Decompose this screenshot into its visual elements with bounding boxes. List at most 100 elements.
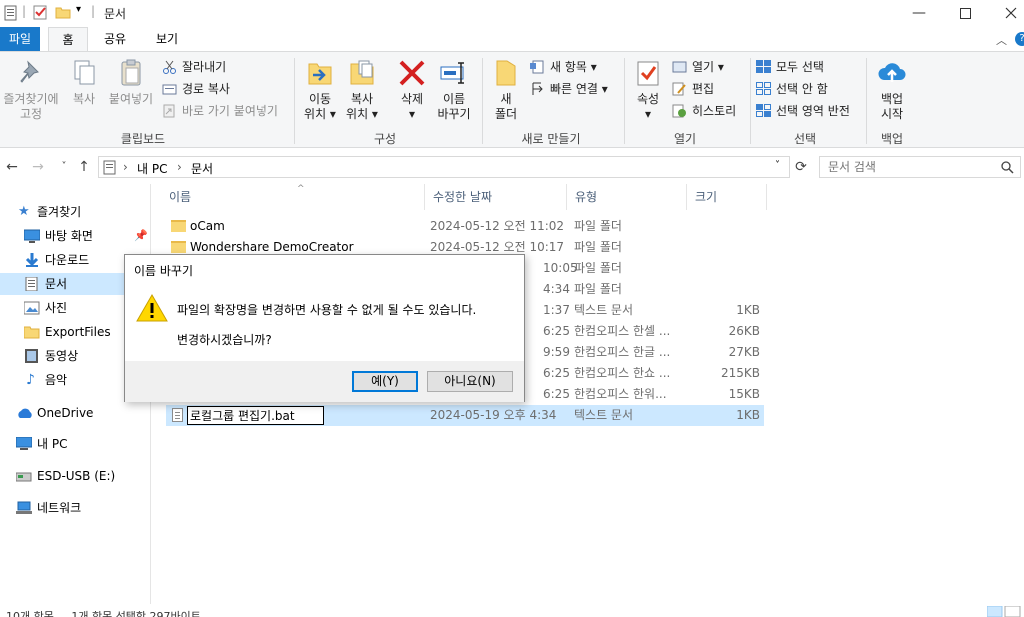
rename-button[interactable]: 이름 바꾸기 [434,58,474,122]
nav-label: 음악 [45,373,68,387]
move-to-button[interactable]: 이동 위치 ▾ [300,58,340,122]
window-title: 문서 [104,7,127,21]
tab-share[interactable]: 공유 [94,27,136,51]
file-type: 한컴오피스 한쇼 ... [574,366,671,380]
qat-divider: | [22,4,27,18]
file-size: 215KB [720,366,760,380]
cloud-upload-icon [877,58,907,88]
move-to-icon [305,58,335,88]
new-item-icon [530,60,544,74]
file-type: 한컴오피스 한워... [574,387,667,401]
invert-selection-button[interactable]: 선택 영역 반전 [756,101,850,121]
ribbon-separator [866,58,867,144]
pin-icon [16,58,46,88]
file-size: 27KB [728,345,760,359]
file-row-selected[interactable]: 2024-05-19 오후 4:34 텍스트 문서 1KB [166,405,764,426]
nav-label: 문서 [45,277,68,291]
maximize-button[interactable] [942,0,988,26]
rename-input[interactable] [187,406,324,425]
help-icon[interactable]: ? [1015,32,1024,46]
ribbon-separator [624,58,625,144]
open-button[interactable]: 열기 ▾ [672,57,724,77]
tab-view[interactable]: 보기 [146,27,188,51]
close-button[interactable] [988,0,1024,26]
properties-icon [633,58,663,88]
nav-item-usb-drive[interactable]: ESD-USB (E:) [0,465,150,487]
nav-label: 내 PC [37,437,68,451]
qat-dropdown-icon[interactable]: ▾ [76,4,81,15]
column-header-size[interactable]: 크기 [687,184,767,210]
properties-check-icon[interactable] [33,4,48,20]
file-type: 텍스트 문서 [574,303,634,317]
backup-label: 백업 시작 [880,92,904,121]
nav-label: 바탕 화면 [45,229,93,243]
column-header-name[interactable]: 이름 ^ [161,184,425,210]
copy-path-label: 경로 복사 [182,82,230,96]
nav-item-this-pc[interactable]: 내 PC [0,433,150,455]
copy-button[interactable]: 복사 [64,58,104,107]
nav-item-desktop[interactable]: 바탕 화면 📌 [0,225,150,247]
open-group-label: 열기 [673,132,697,146]
file-type: 한컴오피스 한글 ... [574,345,671,359]
delete-button[interactable]: 삭제 ▾ [394,58,430,122]
search-box[interactable] [819,156,1021,178]
back-arrow-icon[interactable]: ← [2,157,22,177]
address-box[interactable]: › 내 PC › 문서 ˅ [98,156,790,178]
tab-file[interactable]: 파일 [0,27,40,51]
rename-confirm-dialog: 이름 바꾸기 파일의 확장명을 변경하면 사용할 수 없게 될 수도 있습니다.… [124,254,525,402]
select-all-icon [756,60,771,73]
recent-locations-icon[interactable]: ˅ [54,157,74,177]
copy-to-button[interactable]: 복사 위치 ▾ [342,58,382,122]
up-arrow-icon[interactable]: ↑ [74,157,94,177]
maximize-icon [959,7,971,19]
ribbon-tabs: 파일 홈 공유 보기 ︿ ? [0,27,1024,51]
cut-label: 잘라내기 [182,60,227,74]
usb-icon [16,472,32,482]
breadcrumb-documents[interactable]: 문서 [191,160,213,177]
nav-label: 다운로드 [45,253,90,267]
nav-item-onedrive[interactable]: OneDrive [0,402,150,424]
backup-button[interactable]: 백업 시작 [872,58,912,122]
nav-item-network[interactable]: 네트워크 [0,497,150,519]
properties-button[interactable]: 속성 ▾ [630,58,666,122]
view-toggle-icons[interactable] [987,606,1021,617]
column-name-label: 이름 [169,190,192,204]
breadcrumb-this-pc[interactable]: 내 PC [137,160,167,177]
minimize-button[interactable]: — [896,0,942,26]
address-dropdown-icon[interactable]: ˅ [775,160,780,171]
collapse-ribbon-icon[interactable]: ︿ [996,32,1007,48]
column-header-type[interactable]: 유형 [567,184,687,210]
new-folder-qat-icon[interactable] [55,5,71,19]
new-folder-button[interactable]: 새 폴더 [488,58,524,122]
select-all-button[interactable]: 모두 선택 [756,57,824,77]
yes-button[interactable]: 예(Y) [352,371,418,392]
copy-path-button[interactable]: 경로 복사 [162,79,230,99]
paste-icon [116,58,146,88]
pin-to-quick-access-button[interactable]: 즐겨찾기에 고정 [0,58,62,122]
search-input[interactable] [828,158,998,176]
qat-divider-2: | [91,4,96,18]
select-none-button[interactable]: 선택 안 함 [756,79,828,99]
paste-button[interactable]: 붙여넣기 [104,58,158,107]
cloud-icon [18,408,32,418]
column-header-date[interactable]: 수정한 날짜 [425,184,567,210]
easy-access-button[interactable]: 빠른 연결 ▾ [530,79,608,99]
no-button[interactable]: 아니요(N) [427,371,513,392]
history-label: 히스토리 [692,104,737,118]
edit-button[interactable]: 편집 [672,79,714,99]
file-type: 파일 폴더 [574,240,622,254]
nav-item-quick-access[interactable]: ★ 즐겨찾기 [0,201,150,223]
refresh-icon[interactable]: ⟳ [791,157,811,177]
forward-arrow-icon[interactable]: → [28,157,48,177]
history-button[interactable]: 히스토리 [672,101,736,121]
new-item-button[interactable]: 새 항목 ▾ [530,57,597,77]
copy-icon [69,58,99,88]
file-row[interactable]: oCam 2024-05-12 오전 11:02 파일 폴더 [166,216,764,237]
move-to-label: 이동 위치 ▾ [304,92,336,121]
tab-home[interactable]: 홈 [48,27,88,51]
new-item-label: 새 항목 ▾ [550,60,597,74]
music-icon: ♪ [26,372,35,388]
paste-shortcut-button[interactable]: 바로 가기 붙여넣기 [162,101,278,121]
folder-icon [24,326,40,339]
cut-button[interactable]: 잘라내기 [162,57,226,77]
